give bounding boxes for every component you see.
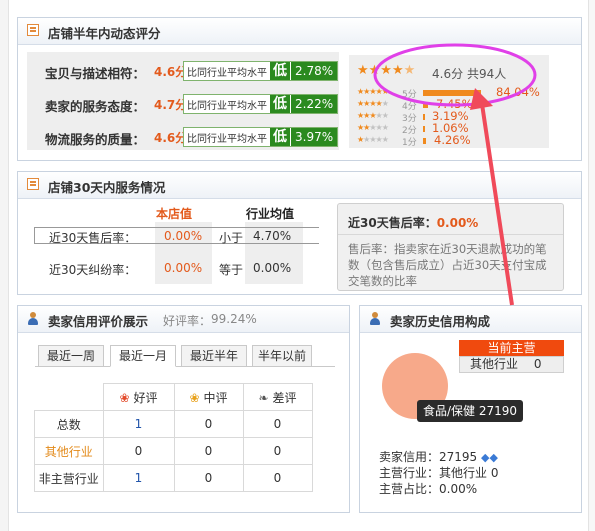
- annotation-overlay: [373, 43, 537, 306]
- highlight-ellipse: [373, 43, 537, 107]
- annotation-arrow-head: [470, 88, 493, 110]
- annotation-arrow-shaft: [480, 103, 514, 306]
